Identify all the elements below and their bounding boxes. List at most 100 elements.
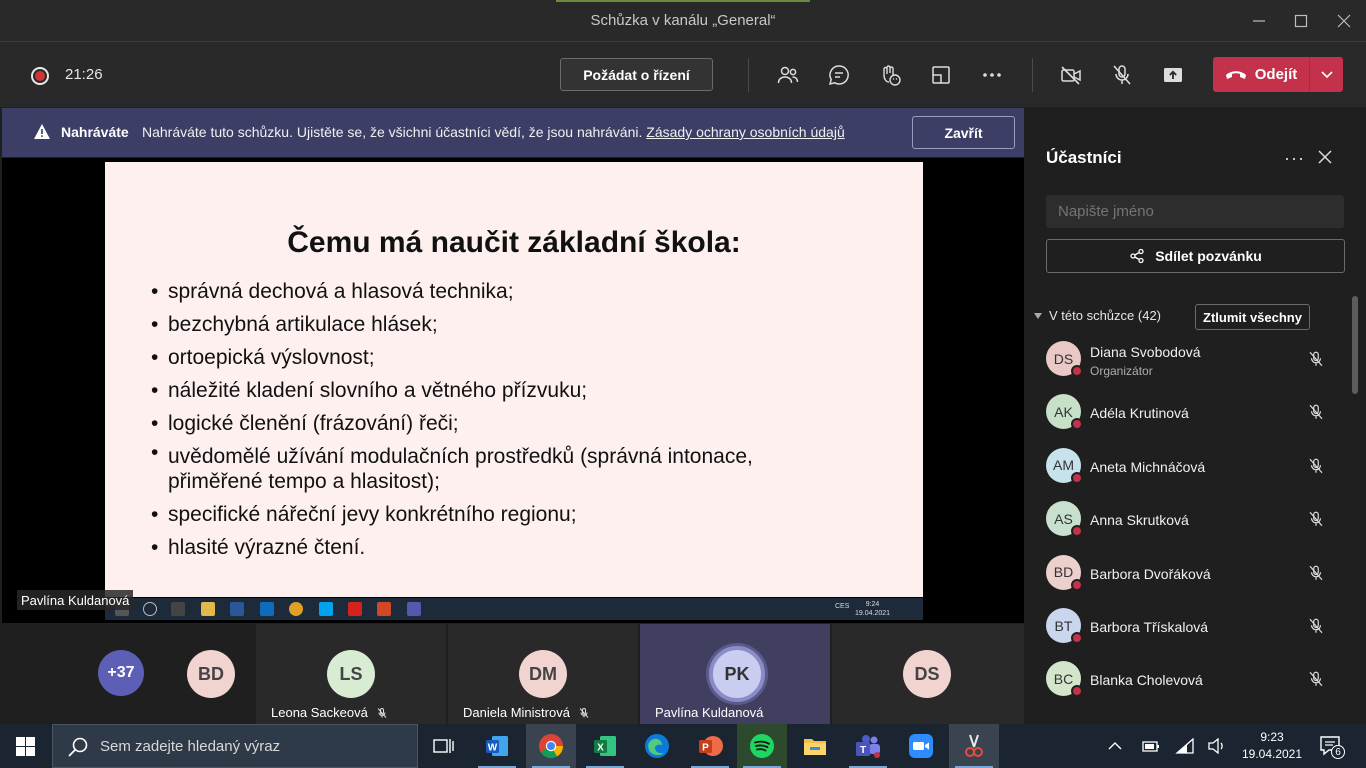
- close-window-icon[interactable]: [1329, 8, 1359, 34]
- leave-main[interactable]: Odejít: [1213, 57, 1309, 92]
- avatar: DS: [903, 650, 951, 698]
- more-actions-icon[interactable]: [977, 60, 1007, 90]
- participant-tile[interactable]: DS: [832, 624, 1024, 724]
- volume-icon[interactable]: [1207, 738, 1227, 754]
- participant-list: DS Diana Svobodová Organizátor AK Adéla Krut…: [1026, 334, 1366, 724]
- close-icon[interactable]: [1318, 150, 1332, 164]
- microphone-off-icon[interactable]: [1307, 669, 1325, 694]
- section-header[interactable]: V této schůzce (42): [1034, 308, 1161, 323]
- shared-chrome-icon: [289, 602, 303, 616]
- shared-search-icon: [143, 602, 157, 616]
- banner-message: Nahráváte tuto schůzku. Ujistěte se, že …: [142, 124, 643, 140]
- microphone-off-icon: [579, 707, 589, 718]
- slide-bullets: správná dechová a hlasová technika; bezc…: [151, 275, 851, 564]
- share-screen-icon[interactable]: [1158, 60, 1188, 90]
- participant-row[interactable]: AM Aneta Michnáčová: [1026, 441, 1356, 494]
- edge-icon[interactable]: [632, 724, 682, 768]
- banner-title: Nahráváte: [61, 124, 129, 140]
- battery-icon[interactable]: [1140, 738, 1160, 754]
- excel-icon[interactable]: X: [580, 724, 630, 768]
- reactions-icon[interactable]: [875, 60, 905, 90]
- microphone-off-icon[interactable]: [1307, 456, 1325, 481]
- shared-powerpoint-icon: [377, 602, 391, 616]
- scrollbar[interactable]: [1352, 296, 1358, 394]
- close-banner-button[interactable]: Zavřít: [912, 116, 1015, 149]
- participants-panel: Účastníci ··· Sdílet pozvánku V této sch…: [1026, 108, 1366, 724]
- microphone-off-icon[interactable]: [1307, 509, 1325, 534]
- powerpoint-icon[interactable]: P: [685, 724, 735, 768]
- slide-bullet: správná dechová a hlasová technika;: [151, 275, 851, 308]
- maximize-icon[interactable]: [1286, 8, 1316, 34]
- microphone-off-icon[interactable]: [1307, 616, 1325, 641]
- chrome-icon[interactable]: [526, 724, 576, 768]
- hangup-icon: [1225, 70, 1246, 79]
- zoom-icon[interactable]: [896, 724, 946, 768]
- avatar: LS: [327, 650, 375, 698]
- participant-row[interactable]: BC Blanka Cholevová: [1026, 654, 1356, 707]
- microphone-off-icon[interactable]: [1107, 60, 1137, 90]
- participant-row[interactable]: DS Diana Svobodová Organizátor: [1026, 334, 1356, 387]
- status-badge: [1071, 578, 1083, 591]
- status-badge: [1071, 525, 1083, 538]
- taskbar-search[interactable]: Sem zadejte hledaný výraz: [52, 724, 418, 768]
- breakout-rooms-icon[interactable]: [926, 60, 956, 90]
- wifi-icon[interactable]: [1175, 738, 1195, 754]
- presenter-name: Pavlína Kuldanová: [17, 590, 134, 610]
- participant-tile[interactable]: LS Leona Sackeová: [256, 624, 446, 724]
- slide-bullet: bezchybná artikulace hlásek;: [151, 308, 851, 341]
- privacy-policy-link[interactable]: Zásady ochrany osobních údajů: [646, 124, 844, 140]
- more-participants-badge[interactable]: +37: [98, 650, 144, 696]
- slide-bullet: specifické nářeční jevy konkrétního regi…: [151, 498, 851, 531]
- participant-tile[interactable]: DM Daniela Ministrová: [448, 624, 638, 724]
- svg-text:P: P: [702, 743, 709, 754]
- microphone-off-icon[interactable]: [1307, 402, 1325, 427]
- mute-all-button[interactable]: Ztlumit všechny: [1195, 304, 1310, 330]
- camera-off-icon[interactable]: [1056, 60, 1086, 90]
- chevron-down-icon[interactable]: [1309, 57, 1343, 92]
- leave-button[interactable]: Odejít: [1213, 57, 1343, 92]
- slide-bullet: uvědomělé užívání modulačních prostředků…: [151, 440, 851, 498]
- minimize-icon[interactable]: [1244, 8, 1274, 34]
- tile-name-text: Pavlína Kuldanová: [655, 705, 764, 720]
- avatar: BD: [187, 650, 235, 698]
- meeting-toolbar: 21:26 Požádat o řízení Odejít: [0, 42, 1366, 134]
- participant-row[interactable]: BD Barbora Dvořáková: [1026, 548, 1356, 601]
- slide-bullet: náležité kladení slovního a větného příz…: [151, 374, 851, 407]
- chat-icon[interactable]: [824, 60, 854, 90]
- participant-row[interactable]: AS Anna Skrutková: [1026, 494, 1356, 547]
- microphone-off-icon[interactable]: [1307, 349, 1325, 374]
- shared-screen: Čemu má naučit základní škola: správná d…: [2, 158, 1024, 623]
- taskbar-clock[interactable]: 9:23 19.04.2021: [1232, 729, 1312, 763]
- snipping-tool-icon[interactable]: [949, 724, 999, 768]
- chevron-up-icon[interactable]: [1108, 741, 1122, 751]
- participant-row[interactable]: AK Adéla Krutinová: [1026, 387, 1356, 440]
- request-control-button[interactable]: Požádat o řízení: [560, 58, 713, 91]
- search-icon: [68, 737, 88, 757]
- shared-pdf-icon: [348, 602, 362, 616]
- participant-name: Aneta Michnáčová: [1090, 458, 1206, 475]
- more-options-icon[interactable]: ···: [1284, 148, 1305, 169]
- shared-teams-icon: [407, 602, 421, 616]
- participant-tile-speaking[interactable]: PK Pavlína Kuldanová: [640, 624, 830, 724]
- participant-row[interactable]: BT Barbora Třískalová: [1026, 601, 1356, 654]
- microphone-off-icon[interactable]: [1307, 563, 1325, 588]
- shared-clock: 9:24 19.04.2021: [855, 600, 890, 618]
- participant-name: Barbora Třískalová: [1090, 619, 1209, 635]
- file-explorer-icon[interactable]: [790, 724, 840, 768]
- taskbar-search-placeholder: Sem zadejte hledaný výraz: [100, 738, 281, 755]
- tile-name-text: Leona Sackeová: [271, 705, 368, 720]
- share-invite-button[interactable]: Sdílet pozvánku: [1046, 239, 1345, 273]
- search-input[interactable]: [1046, 195, 1344, 228]
- spotify-icon[interactable]: [737, 724, 787, 768]
- windows-taskbar: Sem zadejte hledaný výraz W X P T 9:23 1…: [0, 724, 1366, 768]
- shared-taskview-icon: [171, 602, 185, 616]
- shared-word-icon: [230, 602, 244, 616]
- word-icon[interactable]: W: [472, 724, 522, 768]
- toolbar-divider: [748, 58, 749, 92]
- notification-center-icon[interactable]: 6: [1320, 736, 1345, 761]
- notification-count: 6: [1331, 745, 1345, 759]
- teams-icon[interactable]: T: [843, 724, 893, 768]
- participants-icon[interactable]: [773, 60, 803, 90]
- task-view-icon[interactable]: [418, 724, 468, 768]
- windows-start-icon[interactable]: [16, 737, 35, 756]
